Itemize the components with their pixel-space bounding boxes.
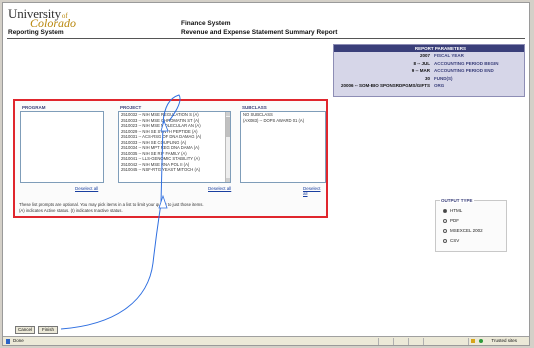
annotation-arrow	[60, 94, 181, 330]
status-divider	[468, 338, 469, 345]
browser-page: Universityof Colorado Reporting System F…	[2, 2, 530, 346]
status-divider	[423, 338, 424, 345]
status-divider	[378, 338, 379, 345]
trusted-zone-icon	[479, 339, 483, 343]
status-divider	[408, 338, 409, 345]
arrowhead-icon	[160, 119, 169, 132]
security-zone-text: Trusted sites	[491, 338, 517, 343]
lock-icon	[471, 339, 475, 343]
status-text: Done	[13, 338, 24, 343]
status-divider	[393, 338, 394, 345]
browser-status-bar: Done Trusted sites	[3, 336, 529, 345]
page-icon	[6, 339, 10, 344]
arrowhead-icon	[158, 194, 168, 209]
